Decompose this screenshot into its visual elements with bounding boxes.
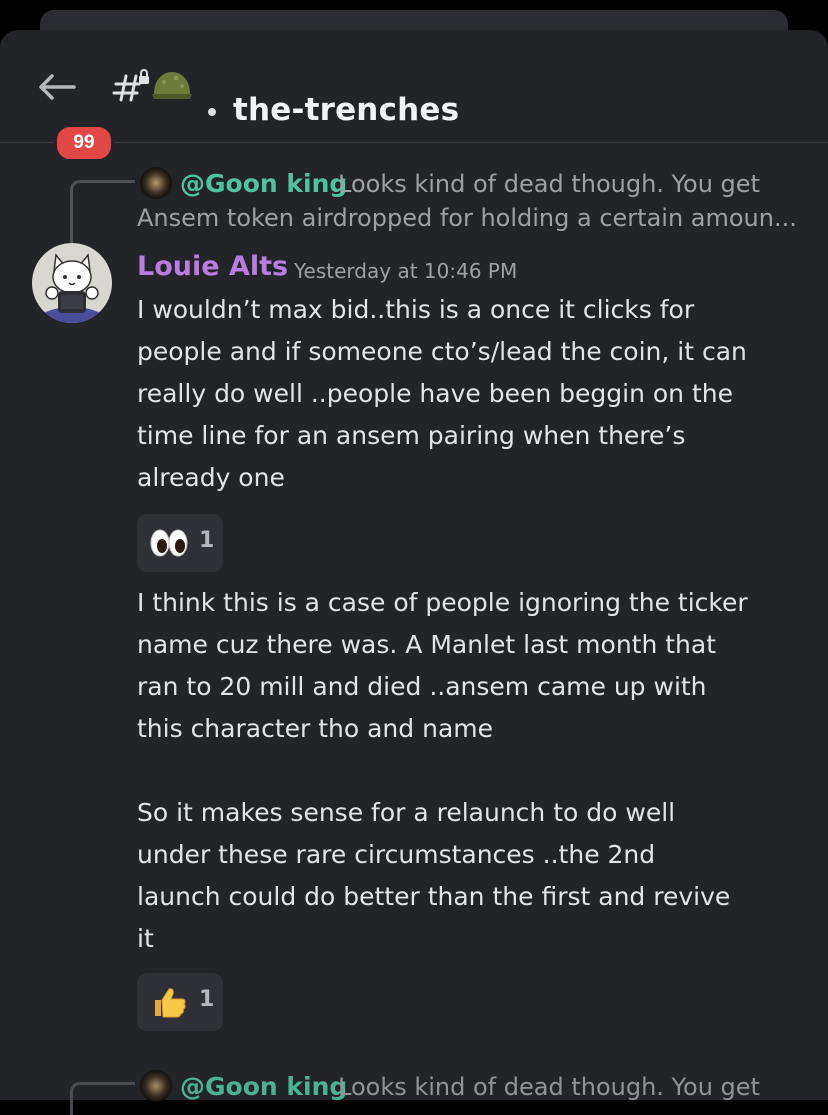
message-line: it [137,924,154,953]
message-text: I wouldn’t max bid..this is a once it cl… [137,289,807,499]
message-line: under these rare circumstances ..the 2nd [137,840,656,869]
reply-preview: Looks kind of dead though. You get [338,1073,760,1101]
message-line: I wouldn’t max bid..this is a once it cl… [137,295,695,324]
message-line: So it makes sense for a relaunch to do w… [137,798,676,827]
message-timestamp: Yesterday at 10:46 PM [294,259,518,283]
reply-connector [70,1082,135,1115]
reaction-count: 1 [199,987,215,1012]
reaction-count: 1 [199,528,215,553]
message-line: time line for an ansem pairing when ther… [137,421,686,450]
next-reply-preview[interactable]: @Goon king Looks kind of dead though. Yo… [0,1070,828,1115]
reaction-eyes[interactable]: 1 [137,514,223,572]
separator-dot [208,108,216,116]
message-line: ran to 20 mill and died ..ansem came up … [137,672,707,701]
chat-panel: 99 the-trenches @Goon king Looks kind of… [0,30,828,1115]
message-text: I think this is a case of people ignorin… [137,582,807,960]
avatar[interactable] [32,243,112,323]
reply-preview[interactable]: Looks kind of dead though. You get [338,170,760,198]
thumbs-up-emoji-icon [155,988,186,1018]
message-line: I think this is a case of people ignorin… [137,588,748,617]
message-line: already one [137,463,285,492]
message-line: launch could do better than the first an… [137,882,731,911]
message-line: really do well ..people have been beggin… [137,379,733,408]
message-line: name cuz there was. A Manlet last month … [137,630,717,659]
channel-header: 99 the-trenches [0,30,828,162]
reaction-thumbs-up[interactable]: 1 [137,973,223,1031]
channel-title[interactable]: the-trenches [233,92,459,128]
unread-badge: 99 [54,124,114,162]
reply-avatar [140,1070,172,1102]
message-line [137,750,807,792]
locked-channel-icon [112,69,149,102]
back-arrow-icon[interactable] [36,72,76,102]
message-line: people and if someone cto’s/lead the coi… [137,337,747,366]
reply-author[interactable]: @Goon king [180,169,347,198]
reply-author: @Goon king [180,1072,348,1101]
reply-preview-continued[interactable]: Ansem token airdropped for holding a cer… [137,204,797,232]
message-author[interactable]: Louie Alts [137,251,288,282]
message-line: this character tho and name [137,714,493,743]
eyes-emoji-icon [150,529,188,557]
cat-avatar-icon [38,253,106,323]
reply-avatar[interactable] [140,167,172,199]
military-helmet-icon [152,72,192,99]
